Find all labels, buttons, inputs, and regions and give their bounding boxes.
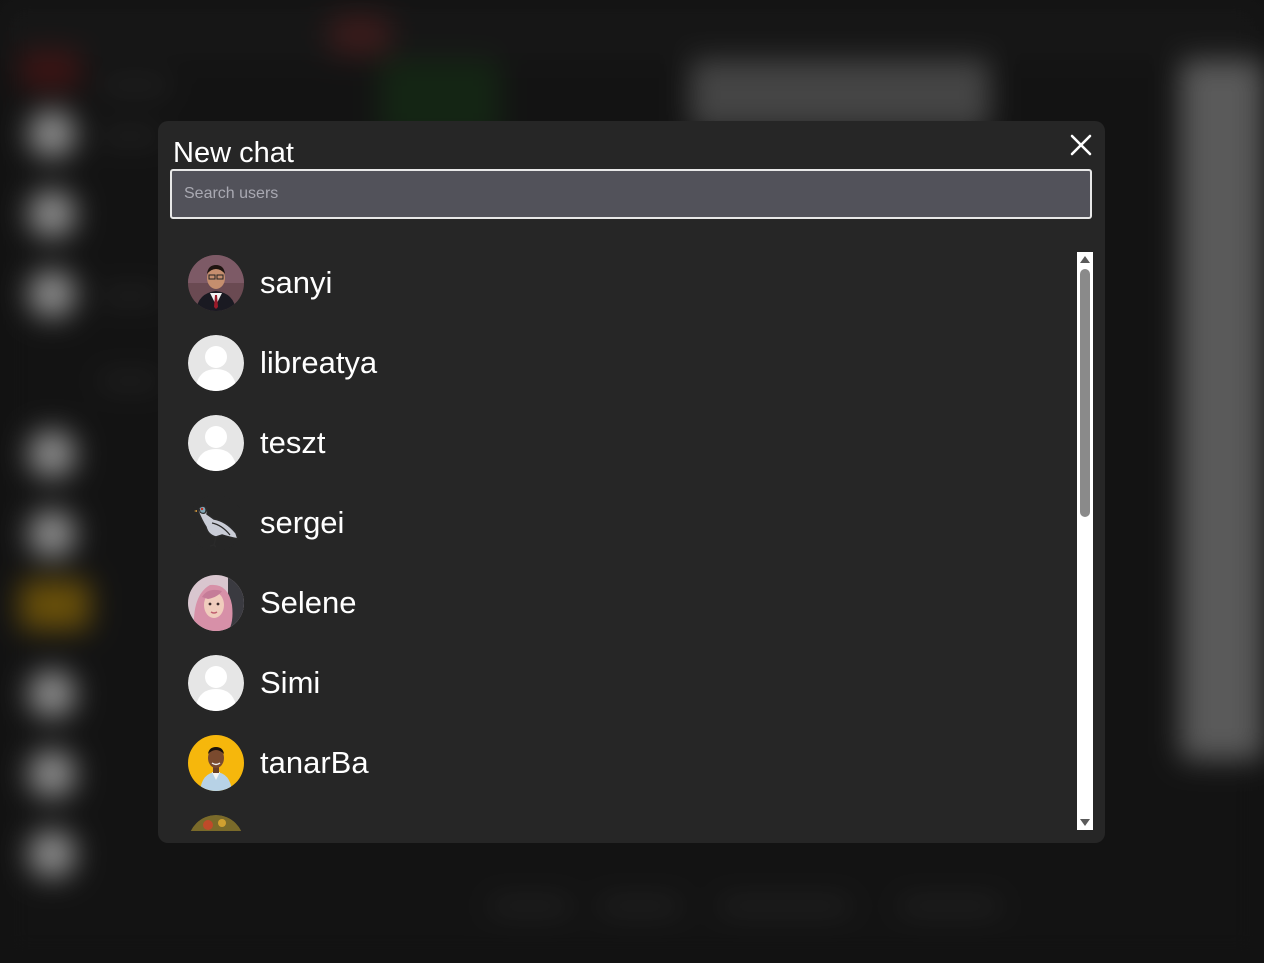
user-avatar-photo: [188, 575, 244, 631]
default-user-icon: [188, 415, 244, 471]
new-chat-dialog: New chat sanyi: [158, 121, 1105, 843]
scroll-up-arrow-icon[interactable]: [1080, 256, 1090, 263]
user-name: sanyi: [260, 265, 333, 300]
dialog-title: New chat: [173, 137, 294, 169]
user-item-tanarba[interactable]: tanarBa: [176, 723, 1076, 803]
close-icon: [1070, 134, 1092, 156]
user-name: Simi: [260, 665, 321, 700]
user-name: tanarBa: [260, 745, 369, 780]
search-users-input[interactable]: [170, 169, 1092, 219]
close-button[interactable]: [1067, 131, 1095, 159]
user-avatar-photo: [188, 255, 244, 311]
user-item-simi[interactable]: Simi: [176, 643, 1076, 723]
user-name: libreatya: [260, 345, 378, 380]
pigeon-icon: [188, 495, 244, 551]
scroll-down-arrow-icon[interactable]: [1080, 819, 1090, 826]
user-list: sanyi libreatya teszt sergei Selene Simi…: [176, 243, 1076, 831]
user-item-partial[interactable]: [176, 803, 1076, 831]
user-name: sergei: [260, 505, 345, 540]
user-avatar-photo: [188, 735, 244, 791]
user-item-sanyi[interactable]: sanyi: [176, 243, 1076, 323]
user-item-teszt[interactable]: teszt: [176, 403, 1076, 483]
user-name: teszt: [260, 425, 326, 460]
user-item-selene[interactable]: Selene: [176, 563, 1076, 643]
default-user-icon: [188, 335, 244, 391]
scroll-thumb[interactable]: [1080, 269, 1090, 517]
user-item-libreatya[interactable]: libreatya: [176, 323, 1076, 403]
user-name: Selene: [260, 585, 357, 620]
user-avatar-photo: [188, 815, 244, 831]
list-scrollbar[interactable]: [1077, 252, 1093, 830]
default-user-icon: [188, 655, 244, 711]
user-item-sergei[interactable]: sergei: [176, 483, 1076, 563]
